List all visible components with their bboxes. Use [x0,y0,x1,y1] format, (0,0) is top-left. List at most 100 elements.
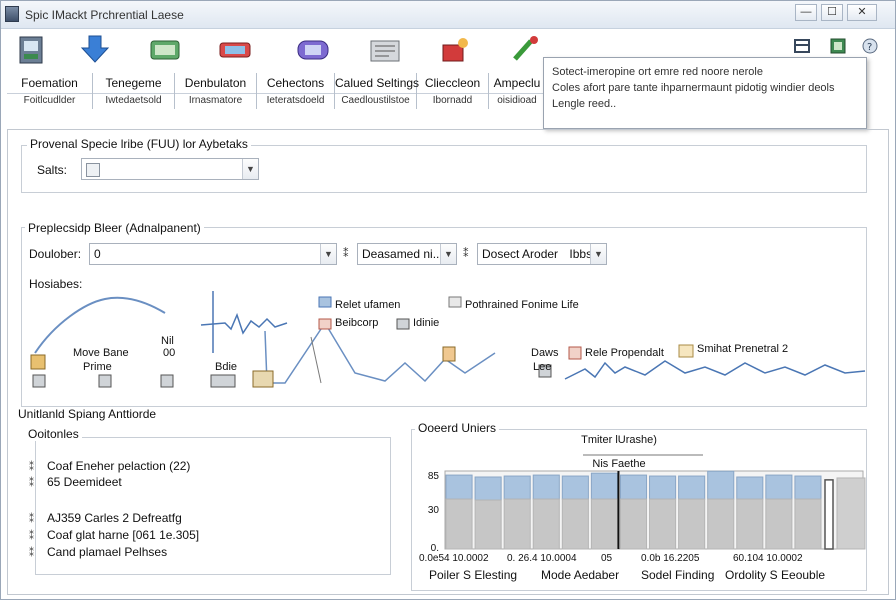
diagram-label: Rele Propendalt [585,347,664,359]
x-tick-label: 0.0e54 10.0002 [419,553,489,564]
tab-sublabel: Ieteratsdoeld [257,93,334,106]
list-item[interactable]: ⁑ Coaf glat harne [061 1e.305] [29,528,199,542]
combo-item-icon [86,162,100,177]
tab-label: Tenegeme [105,76,162,90]
layout-icon[interactable] [793,37,811,55]
bullet-icon: ⁑ [29,514,34,525]
maximize-button[interactable]: ☐ [821,4,843,21]
tab-label: Cehectons [266,76,325,90]
bar-lower [794,498,822,550]
section-title: Preplecsidp Bleer (Adnalpanent) [25,221,204,235]
tab-sublabel: Ibornadd [417,93,488,106]
bar-upper [445,474,473,500]
bullet-icon: ⁑ [29,478,34,489]
dosect-value: Dosect Aroder [482,247,559,261]
chevron-down-icon[interactable]: ▼ [590,244,606,264]
bar-lower [678,498,706,550]
doulober-label: Doulober: [29,247,82,261]
transfer-icon[interactable] [217,33,253,67]
list-item[interactable]: ⁑ Cand plamael Pelhses [29,545,167,559]
dosect-extra: Ibbs [569,247,593,261]
bar-lower [532,498,560,550]
tab-calued-seltings[interactable]: Calued Seltings Caedloustilstoe [335,73,420,109]
pin-icon[interactable]: ⁑ [343,247,349,260]
bar-lower [474,499,502,550]
tab-tenegeme[interactable]: Tenegeme Iwtedaetsold [93,73,175,109]
bar-lower [736,498,764,550]
x-tick-label: 05 [601,553,613,564]
x-group-label: Ordolity S Eeouble [725,568,825,582]
list-item[interactable]: ⁑ Coaf Eneher pelaction (22) [29,459,190,473]
diagram-label: Relet ufamen [335,299,401,311]
network-icon[interactable] [147,33,183,67]
tab-label: Clieccleon [424,76,481,90]
list-item[interactable]: ⁑ AJ359 Carles 2 Defreatfg [29,511,182,525]
section-title: Provenal Specie lribe (FUU) lor Aybetaks [27,137,251,151]
bullet-icon: ⁑ [29,548,34,559]
tab-label: Ampeclu [493,76,541,90]
bar-outline [824,479,834,550]
bar-lower [836,477,866,550]
document-icon[interactable] [367,33,403,67]
tools-icon[interactable] [507,33,543,67]
dosect-combo[interactable]: Dosect Aroder Ibbs ▼ [477,243,607,265]
bar-upper [765,474,793,500]
diagram-label: Daws [531,347,559,359]
section-title: Unitlanld Spiang Anttiorde [15,407,160,421]
device-icon[interactable] [15,33,51,67]
doulober-value: 0 [94,247,101,261]
chevron-down-icon[interactable]: ▼ [320,244,336,264]
tab-label: Foemation [21,76,78,90]
bar-upper [707,470,735,500]
deasamed-combo[interactable]: Deasamed ni.. ▼ [357,243,457,265]
bar-upper [678,475,706,500]
x-tick-label: 0.0b 16.2205 [641,553,700,564]
tab-denbulaton[interactable]: Denbulaton Irnasmatore [175,73,257,109]
bar-lower [445,498,473,550]
help-icon[interactable]: ? [861,37,879,55]
svg-text:?: ? [867,42,872,53]
tab-sublabel: Foitlcudlder [7,93,92,106]
bullet-icon: ⁑ [29,531,34,542]
bar-upper [503,475,531,500]
x-tick-label: 60.104 10.0002 [733,553,803,564]
tooltip-popup: Sotect-imeropine ort emre red noore nero… [543,57,867,129]
y-tick-label: 85 [428,471,440,482]
tab-sublabel: Iwtedaetsold [93,93,174,106]
salts-combo[interactable]: ▼ [81,158,259,180]
close-button[interactable]: ✕ [847,4,877,21]
pin-icon[interactable]: ⁑ [463,247,469,260]
alert-icon[interactable] [437,33,473,67]
x-group-label: Poiler S Elesting [429,568,517,582]
signal-diagram-svg [30,291,866,388]
bar-upper [619,474,648,500]
chevron-down-icon[interactable]: ▼ [440,244,456,264]
tab-cehectons[interactable]: Cehectons Ieteratsdoeld [257,73,335,109]
diagram-label: Move Bane [73,347,129,359]
meter-icon[interactable] [295,33,331,67]
list-item-label: AJ359 Carles 2 Defreatfg [47,511,182,525]
diagram-label: Smihat Prenetral 2 [697,343,789,355]
list-item-label: Coaf Eneher pelaction (22) [47,459,191,473]
list-item[interactable]: ⁑ 65 Deemideet [29,475,122,489]
minimize-button[interactable]: — [795,4,817,21]
diagram-label: Pothrained Fonime Life [465,299,579,311]
deasamed-value: Deasamed ni.. [362,247,440,261]
export-icon[interactable] [829,37,847,55]
bar-upper [532,474,560,500]
download-icon[interactable] [77,33,113,67]
window-title: Spic IMackt Prchrential Laese [25,8,184,22]
x-tick-label: 0. 26.4 10.0004 [507,553,577,564]
chart-title: Tmiter lUrashe) [581,434,657,446]
application-window: Spic IMackt Prchrential Laese — ☐ ✕ ? Fo… [0,0,896,600]
tab-ampeclu[interactable]: Ampeclu oisidioad [489,73,545,109]
x-group-label: Sodel Finding [641,568,714,582]
doulober-combo[interactable]: 0 ▼ [89,243,337,265]
tab-foemation[interactable]: Foemation Foitlcudlder [7,73,93,109]
bar-lower [590,498,618,550]
list-item-label: Coaf glat harne [061 1e.305] [47,528,200,542]
title-bar[interactable]: Spic IMackt Prchrential Laese — ☐ ✕ [1,1,895,29]
chevron-down-icon[interactable]: ▼ [242,159,258,179]
tab-clieccleon[interactable]: Clieccleon Ibornadd [417,73,489,109]
tab-label: Calued Seltings [335,76,420,90]
